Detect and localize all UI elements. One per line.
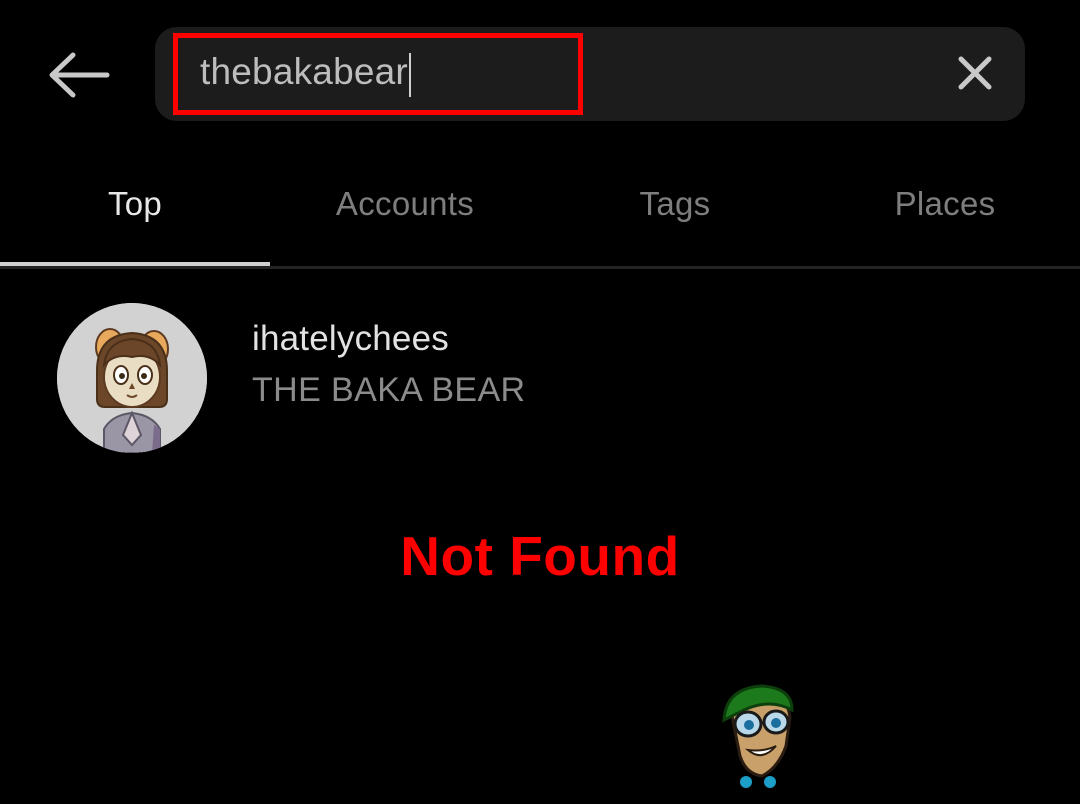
cartoon-character-green-hat-icon: [722, 684, 794, 788]
avatar[interactable]: [57, 303, 207, 453]
text-caret: [408, 52, 411, 97]
close-x-icon: [955, 53, 995, 98]
list-item[interactable]: ihatelychees THE BAKA BEAR: [0, 290, 1080, 453]
watermark: [710, 676, 810, 796]
tab-tags[interactable]: Tags: [540, 170, 810, 265]
tab-places[interactable]: Places: [810, 170, 1080, 265]
result-text-block: ihatelychees THE BAKA BEAR: [252, 318, 526, 410]
clear-search-button[interactable]: [953, 53, 997, 97]
tab-places-label: Places: [894, 185, 996, 222]
tab-accounts[interactable]: Accounts: [270, 170, 540, 265]
not-found-annotation: Not Found: [400, 525, 680, 587]
search-tabs: Top Accounts Tags Places: [0, 170, 1080, 269]
result-fullname: THE BAKA BEAR: [252, 370, 526, 409]
search-bar[interactable]: thebakabear: [155, 27, 1025, 121]
search-input[interactable]: thebakabear: [178, 51, 411, 97]
tab-top[interactable]: Top: [0, 170, 270, 265]
tabs-divider: [0, 266, 1080, 269]
back-arrow-icon: [45, 52, 111, 98]
search-input-highlight[interactable]: thebakabear: [173, 33, 583, 115]
user-avatar-bear-girl-icon: [57, 303, 207, 453]
search-header: thebakabear: [0, 0, 1080, 150]
result-username: ihatelychees: [252, 319, 449, 358]
tab-accounts-label: Accounts: [335, 185, 475, 222]
tab-tags-label: Tags: [639, 185, 711, 222]
back-button[interactable]: [40, 44, 116, 106]
tab-top-label: Top: [107, 185, 163, 222]
search-input-value: thebakabear: [200, 51, 408, 93]
